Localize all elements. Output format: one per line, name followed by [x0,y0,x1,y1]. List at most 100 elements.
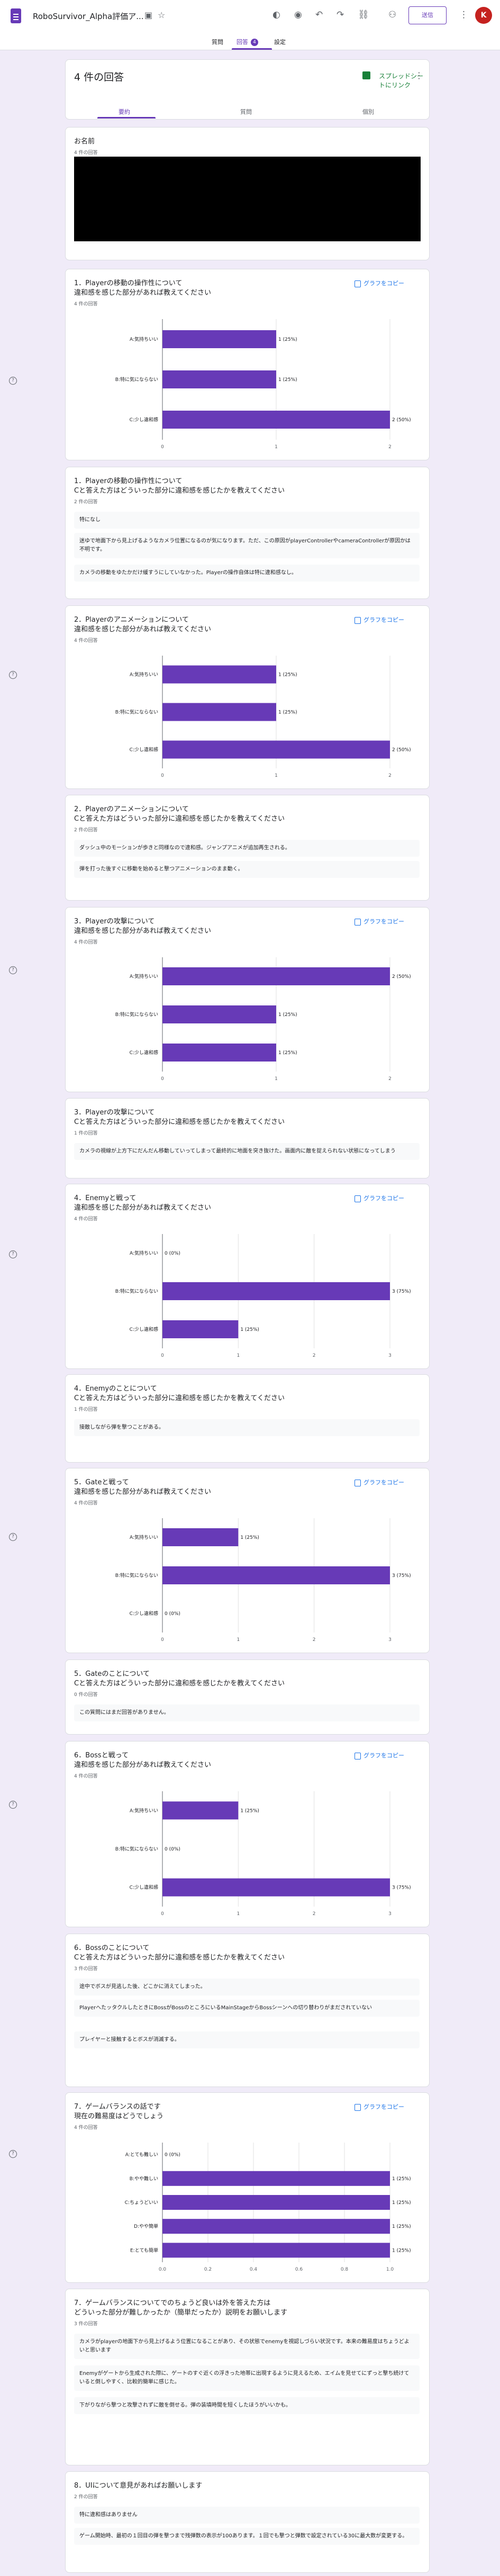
question-title: 1．Playerの移動の操作性について Cと答えた方はどういった部分に違和感を感… [74,477,285,495]
palette-icon[interactable]: ◐ [272,10,280,20]
bar [162,2194,390,2210]
x-tick-label: 0 [161,1911,164,1917]
bar-value-label: 1 (25%) [240,1327,259,1332]
bar-value-label: 0 (0%) [165,1847,180,1852]
question-title: 4．Enemyのことについて Cと答えた方はどういった部分に違和感を感じたかを教… [74,1385,285,1402]
copy-graph-button[interactable]: グラフをコピー [354,1751,404,1759]
response-count: 2 件の回答 [74,500,98,505]
chart-question-card: 6．Bossと戦って 違和感を感じた部分があれば教えてください 4 件の回答 グラフ… [65,1741,430,1927]
response-item: 特に違和感はありません [74,2507,420,2524]
redo-icon[interactable]: ↷ [337,10,344,20]
sheets-icon[interactable] [362,71,370,79]
active-subtab-indicator [97,117,156,119]
more-options-icon[interactable]: ⋮ [415,70,423,80]
copy-icon [354,1752,361,1759]
category-label: B:特に気にならない [115,1846,158,1852]
x-tick-label: 0.2 [204,2267,212,2272]
response-count: 4 件の回答 [74,1501,98,1506]
question-title: 8．UIについて意見があればお願いします [74,2482,203,2490]
x-tick-label: 0.6 [295,2267,303,2272]
x-tick-label: 2 [388,1076,392,1082]
bar-value-label: 1 (25%) [278,377,297,383]
response-count: 4 件の回答 [74,150,98,156]
category-label: B:特に気にならない [115,1572,158,1579]
response-bar-chart: 0 1 2 A:気持ちいい 1 (25%) B:特に気にならない 1 (25%) C:少し違和… [115,656,411,778]
question-title: お名前 [74,138,95,146]
bar-value-label: 2 (50%) [392,418,411,423]
tab-settings[interactable]: 設定 [274,38,286,46]
text-question-card: 2．Playerのアニメーションについて Cと答えた方はどういった部分に違和感を… [65,795,430,901]
x-tick-label: 0.4 [250,2267,258,2272]
copy-graph-button[interactable]: グラフをコピー [354,1478,404,1486]
response-count: 2 件の回答 [74,828,98,833]
x-tick-label: 2 [313,1911,316,1917]
move-to-folder-icon[interactable]: ▣ [144,10,152,20]
help-icon[interactable]: ? [9,671,17,679]
copy-graph-button[interactable]: グラフをコピー [354,2102,404,2111]
tab-responses[interactable]: 回答 4 [237,38,258,46]
star-icon[interactable]: ☆ [158,10,165,20]
response-item: 途中でボスが見逃した後、どこかに消えてしまった。 [74,1979,420,1996]
bar-value-label: 1 (25%) [278,337,297,342]
add-collaborator-icon[interactable]: ⚇ [388,10,396,20]
subtab-summary[interactable]: 要約 [119,107,130,116]
document-title[interactable]: RoboSurvivor_Alpha評価ア... [33,11,144,22]
category-label: C:少し違和感 [130,747,158,753]
copy-icon [354,918,361,926]
response-count: 4 件の回答 [74,2125,98,2130]
bar [162,665,276,684]
category-label: C:ちょうどいい [125,2200,158,2206]
avatar[interactable]: K [475,7,492,24]
category-label: A:とても難しい [125,2152,158,2158]
category-label: B:やや難しい [130,2175,158,2182]
forms-app-icon[interactable] [11,8,21,23]
response-count: 3 件の回答 [74,1966,98,1972]
text-question-card: 5．Gateのことについて Cと答えた方はどういった部分に違和感を感じたかを教え… [65,1659,430,1735]
bar-value-label: 1 (25%) [240,1808,259,1813]
bar [162,411,390,429]
category-label: C:少し違和感 [130,1610,158,1617]
help-icon[interactable]: ? [9,2150,17,2158]
copy-icon [354,616,361,624]
tab-label: 質問 [212,39,223,46]
undo-icon[interactable]: ↶ [315,10,323,20]
help-icon[interactable]: ? [9,1533,17,1541]
category-label: C:少し違和感 [130,1326,158,1332]
copy-graph-button[interactable]: グラフをコピー [354,279,404,287]
chart-question-card: 3．Playerの攻撃について 違和感を感じた部分があれば教えてください 4 件の… [65,907,430,1092]
text-question-card: 7．ゲームバランスについてでのちょうど良いは外を答えた方は どういった部分が難し… [65,2289,430,2465]
link-icon[interactable]: ⛓ [358,10,369,20]
preview-eye-icon[interactable]: ◉ [294,10,302,20]
active-tab-indicator [232,48,272,50]
category-label: C:少し違和感 [130,416,158,423]
x-tick-label: 1 [275,1076,278,1082]
response-count: 4 件の回答 [74,302,98,307]
bar-value-label: 2 (50%) [392,748,411,753]
bar-value-label: 0 (0%) [165,1611,180,1617]
copy-graph-button[interactable]: グラフをコピー [354,615,404,624]
send-button[interactable]: 送信 [408,6,447,24]
help-icon[interactable]: ? [9,966,17,974]
subtab-question[interactable]: 質問 [240,107,252,116]
bar-value-label: 3 (75%) [392,1289,411,1294]
help-icon[interactable]: ? [9,1250,17,1258]
x-tick-label: 2 [388,445,392,450]
help-icon[interactable]: ? [9,1801,17,1809]
response-item: ダッシュ中のモーションが歩きと同様なので違和感。ジャンプアニメが追加再生される。 [74,840,420,857]
copy-graph-button[interactable]: グラフをコピー [354,1194,404,1202]
x-tick-label: 0 [161,1076,164,1082]
category-label: B:特に気にならない [115,1011,158,1018]
help-icon[interactable]: ? [9,377,17,385]
bar [162,1320,239,1338]
copy-graph-button[interactable]: グラフをコピー [354,917,404,926]
copy-graph-label: グラフをコピー [363,2103,404,2110]
response-item: カメラの視線が上方下にだんだん移動していってしまって最終的に地面を突き抜けた。画… [74,1143,420,1160]
tab-questions[interactable]: 質問 [212,38,223,46]
response-item: 接敵しながら弾を撃つことがある。 [74,1419,420,1436]
subtab-individual[interactable]: 個別 [362,107,374,116]
question-title: 3．Playerの攻撃について Cと答えた方はどういった部分に違和感を感じたかを… [74,1109,285,1126]
bar [162,740,390,759]
bar [162,1801,239,1820]
more-vert-icon[interactable]: ⋮ [459,10,468,20]
bar [162,2219,390,2234]
